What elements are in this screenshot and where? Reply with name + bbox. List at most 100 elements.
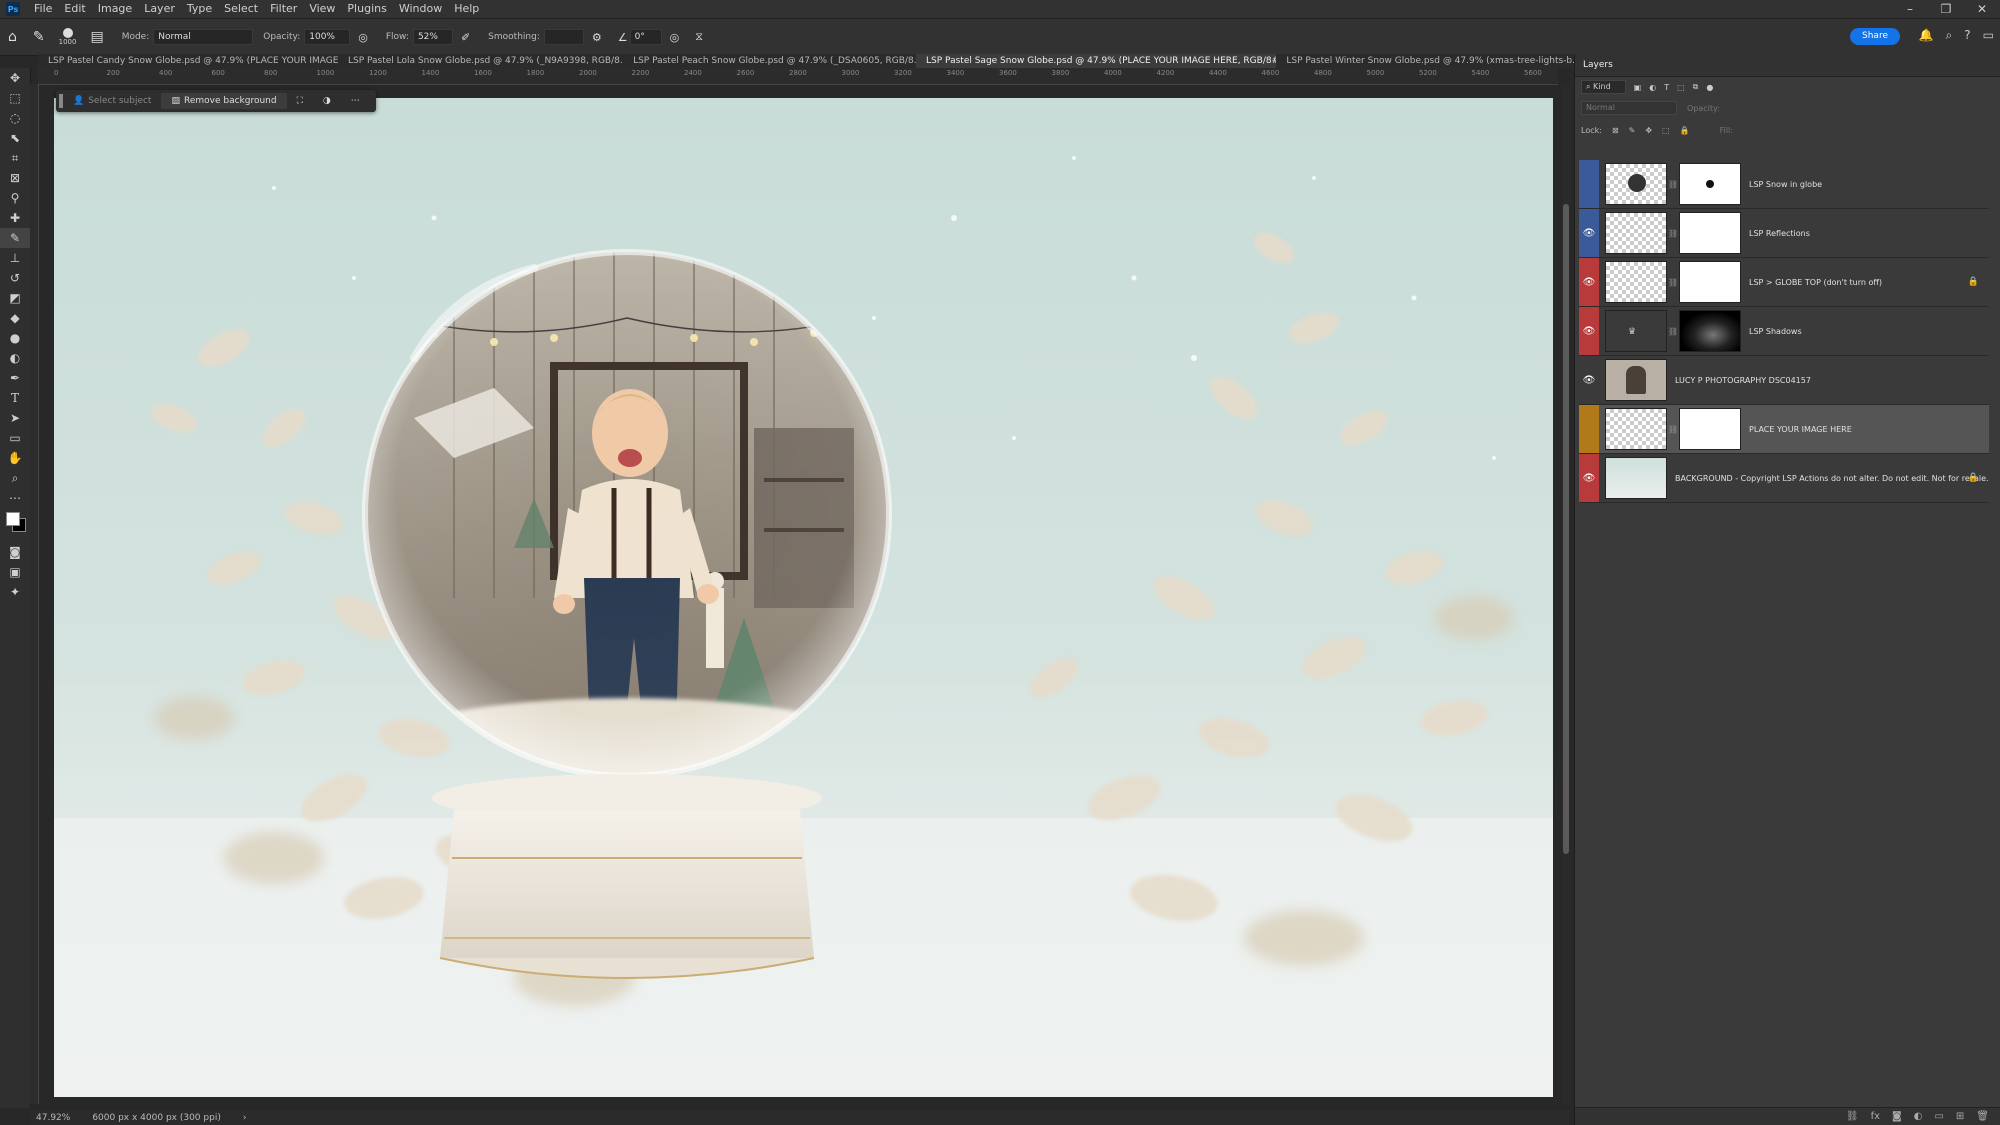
generative-fill-icon[interactable]: ✦	[0, 582, 30, 602]
crop-tool-icon[interactable]: ⌗	[0, 148, 30, 168]
layer-mask-thumbnail[interactable]	[1679, 261, 1741, 303]
layer-visibility-eye-icon[interactable]: 👁	[1579, 356, 1599, 404]
close-icon[interactable]: ✕	[1964, 0, 2000, 18]
layer-visibility-eye-icon[interactable]: 👁	[1579, 209, 1599, 257]
brush-preset-picker[interactable]: 1000	[59, 28, 76, 46]
layer-visibility-eye-icon[interactable]: 👁	[1579, 307, 1599, 355]
tab-candy-snow-globe[interactable]: LSP Pastel Candy Snow Globe.psd @ 47.9% …	[38, 54, 338, 68]
pressure-size-icon[interactable]: ◎	[670, 31, 680, 44]
maximize-icon[interactable]: ❐	[1928, 0, 1964, 18]
layer-mask-thumbnail[interactable]	[1679, 212, 1741, 254]
layer-row[interactable]: ⛓ PLACE YOUR IMAGE HERE	[1579, 405, 1989, 454]
new-layer-icon[interactable]: ⊞	[1956, 1111, 1964, 1122]
mask-link-icon[interactable]: ⛓	[1667, 229, 1679, 238]
layer-visibility-eye-icon[interactable]: 👁	[1579, 454, 1599, 502]
menu-help[interactable]: Help	[448, 0, 485, 18]
adjust-icon[interactable]: ◑	[313, 96, 341, 106]
transform-icon[interactable]: ⛶	[287, 96, 313, 106]
layer-filter-kind-select[interactable]: ⌕ Kind	[1581, 80, 1626, 94]
hand-tool-icon[interactable]: ✋	[0, 448, 30, 468]
lock-image-icon[interactable]: ✎	[1629, 126, 1636, 135]
search-icon[interactable]: ⌕	[1946, 28, 1953, 43]
rectangle-tool-icon[interactable]: ▭	[0, 428, 30, 448]
layer-row[interactable]: 👁 ⛓ LSP > GLOBE TOP (don't turn off) 🔒	[1579, 258, 1989, 307]
opacity-field[interactable]: 100%	[304, 29, 351, 45]
vertical-scroll-thumb[interactable]	[1563, 204, 1569, 854]
document-canvas[interactable]	[54, 98, 1553, 1097]
pressure-opacity-icon[interactable]: ◎	[358, 31, 368, 44]
menu-file[interactable]: File	[28, 0, 58, 18]
chevron-right-icon[interactable]: ›	[243, 1113, 247, 1123]
help-icon[interactable]: ?	[1964, 28, 1970, 43]
brush-tool-icon[interactable]: ✎	[0, 228, 30, 248]
tab-peach-snow-globe[interactable]: LSP Pastel Peach Snow Globe.psd @ 47.9% …	[623, 54, 916, 68]
layer-visibility-eye-icon[interactable]	[1579, 405, 1599, 453]
mode-select[interactable]: Normal	[153, 29, 254, 45]
vertical-ruler[interactable]	[30, 84, 39, 1104]
eyedropper-tool-icon[interactable]: ⚲	[0, 188, 30, 208]
layer-mask-thumbnail[interactable]	[1679, 163, 1741, 205]
quick-mask-icon[interactable]: ◙	[0, 542, 30, 562]
new-group-icon[interactable]: ▭	[1934, 1111, 1943, 1122]
menu-plugins[interactable]: Plugins	[341, 0, 392, 18]
history-brush-tool-icon[interactable]: ↺	[0, 268, 30, 288]
mask-link-icon[interactable]: ⛓	[1667, 180, 1679, 189]
color-swatches[interactable]	[0, 508, 30, 542]
link-layers-icon[interactable]: ⛓	[1846, 1111, 1859, 1122]
layer-name[interactable]: LSP > GLOBE TOP (don't turn off)	[1749, 278, 1882, 287]
menu-window[interactable]: Window	[393, 0, 448, 18]
lasso-tool-icon[interactable]: ◌	[0, 108, 30, 128]
zoom-tool-icon[interactable]: ⌕	[0, 468, 30, 488]
layer-style-icon[interactable]: fx	[1871, 1111, 1880, 1122]
menu-edit[interactable]: Edit	[58, 0, 91, 18]
path-selection-tool-icon[interactable]: ➤	[0, 408, 30, 428]
screen-mode-icon[interactable]: ▣	[0, 562, 30, 582]
layer-row[interactable]: 👁 BACKGROUND - Copyright LSP Actions do n…	[1579, 454, 1989, 503]
lock-artboard-icon[interactable]: ⬚	[1662, 126, 1670, 135]
minimize-icon[interactable]: –	[1892, 0, 1928, 18]
workspace-icon[interactable]: ▭	[1983, 28, 1994, 43]
airbrush-icon[interactable]: ✐	[461, 31, 470, 44]
dodge-tool-icon[interactable]: ◐	[0, 348, 30, 368]
gear-icon[interactable]: ⚙	[592, 31, 602, 44]
menu-image[interactable]: Image	[92, 0, 138, 18]
clone-stamp-tool-icon[interactable]: ⊥	[0, 248, 30, 268]
remove-background-button[interactable]: ▨ Remove background	[161, 93, 287, 109]
smart-object-filter-icon[interactable]: ⧉	[1693, 82, 1699, 92]
layer-mask-thumbnail[interactable]	[1679, 408, 1741, 450]
layer-mask-thumbnail[interactable]	[1679, 310, 1741, 352]
menu-layer[interactable]: Layer	[138, 0, 181, 18]
mask-link-icon[interactable]: ⛓	[1667, 327, 1679, 336]
lock-position-icon[interactable]: ✥	[1645, 126, 1652, 135]
type-tool-icon[interactable]: T	[0, 388, 30, 408]
pen-tool-icon[interactable]: ✒	[0, 368, 30, 388]
layer-name[interactable]: LSP Reflections	[1749, 229, 1810, 238]
layer-name[interactable]: LSP Shadows	[1749, 327, 1802, 336]
layer-row[interactable]: 👁 ⛓ LSP Reflections	[1579, 209, 1989, 258]
home-icon[interactable]: ⌂	[8, 29, 17, 45]
healing-brush-tool-icon[interactable]: ✚	[0, 208, 30, 228]
blur-tool-icon[interactable]: ●	[0, 328, 30, 348]
frame-tool-icon[interactable]: ⊠	[0, 168, 30, 188]
layer-row[interactable]: ⛓ LSP Snow in globe	[1579, 160, 1989, 209]
smoothing-field[interactable]	[543, 29, 584, 45]
layer-visibility-eye-icon[interactable]	[1579, 160, 1599, 208]
select-subject-button[interactable]: 👤 Select subject	[63, 96, 161, 106]
blend-mode-select[interactable]: Normal	[1581, 101, 1677, 115]
tab-sage-snow-globe[interactable]: LSP Pastel Sage Snow Globe.psd @ 47.9% (…	[916, 54, 1277, 68]
lock-all-icon[interactable]: 🔒	[1680, 126, 1690, 135]
delete-layer-icon[interactable]: 🗑	[1976, 1111, 1989, 1122]
filter-toggle-icon[interactable]: ●	[1706, 83, 1713, 92]
pixel-filter-icon[interactable]: ▣	[1634, 83, 1642, 92]
menu-filter[interactable]: Filter	[264, 0, 303, 18]
mask-link-icon[interactable]: ⛓	[1667, 278, 1679, 287]
eraser-tool-icon[interactable]: ◩	[0, 288, 30, 308]
layer-row[interactable]: 👁 LUCY P PHOTOGRAPHY DSC04157	[1579, 356, 1989, 405]
tab-winter-snow-globe[interactable]: LSP Pastel Winter Snow Globe.psd @ 47.9%…	[1276, 54, 1574, 68]
layer-row[interactable]: 👁 ♛ ⛓ LSP Shadows	[1579, 307, 1989, 356]
move-tool-icon[interactable]: ✥	[0, 68, 30, 88]
layer-name[interactable]: PLACE YOUR IMAGE HERE	[1749, 425, 1852, 434]
zoom-level-field[interactable]: 47.92%	[36, 1113, 70, 1123]
mask-link-icon[interactable]: ⛓	[1667, 425, 1679, 434]
layers-panel-tab[interactable]: Layers	[1575, 54, 2000, 77]
